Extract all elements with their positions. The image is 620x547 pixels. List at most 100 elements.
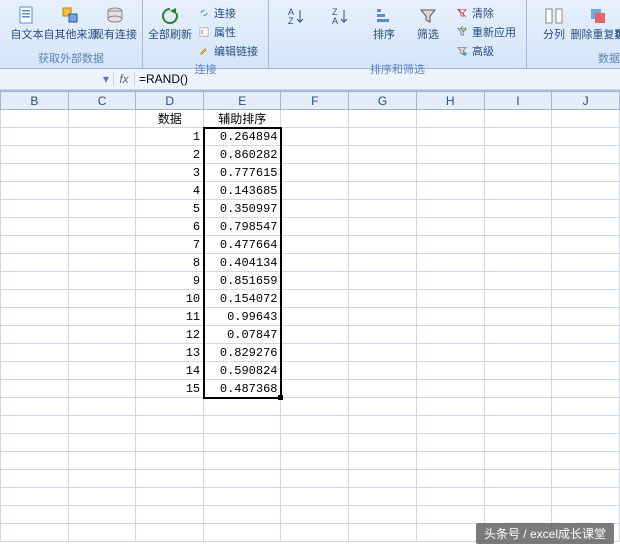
cell[interactable] [484, 254, 552, 272]
cell[interactable]: 8 [136, 254, 204, 272]
cell[interactable] [484, 434, 552, 452]
cell[interactable] [349, 254, 417, 272]
cell[interactable] [136, 416, 204, 434]
cell[interactable] [349, 146, 417, 164]
column-header-J[interactable]: J [552, 92, 620, 110]
cell[interactable] [136, 398, 204, 416]
cell[interactable] [349, 524, 417, 542]
from-other-sources-button[interactable]: 自其他来源 [50, 2, 92, 49]
cell[interactable] [68, 146, 136, 164]
cell[interactable] [68, 398, 136, 416]
cell[interactable]: 0.829276 [204, 344, 281, 362]
cell[interactable]: 7 [136, 236, 204, 254]
cell[interactable]: 6 [136, 218, 204, 236]
cell[interactable]: 13 [136, 344, 204, 362]
cell[interactable] [1, 362, 69, 380]
refresh-all-button[interactable]: 全部刷新 [149, 2, 191, 60]
cell[interactable] [1, 290, 69, 308]
cell[interactable] [68, 524, 136, 542]
cell[interactable] [136, 470, 204, 488]
cell[interactable] [68, 416, 136, 434]
cell[interactable] [416, 398, 484, 416]
cell[interactable]: 10 [136, 290, 204, 308]
cell[interactable] [484, 128, 552, 146]
cell[interactable] [552, 398, 620, 416]
cell[interactable] [484, 326, 552, 344]
cell[interactable] [349, 434, 417, 452]
cell[interactable] [552, 182, 620, 200]
cell[interactable] [416, 506, 484, 524]
cell[interactable]: 数据 [136, 110, 204, 128]
cell[interactable] [552, 200, 620, 218]
cell[interactable] [349, 290, 417, 308]
cell[interactable] [204, 398, 281, 416]
cell[interactable]: 3 [136, 164, 204, 182]
cell[interactable] [349, 344, 417, 362]
cell[interactable] [281, 164, 349, 182]
cell[interactable]: 1 [136, 128, 204, 146]
cell[interactable] [552, 506, 620, 524]
cell[interactable] [1, 254, 69, 272]
sort-za-button[interactable]: ZA [319, 2, 361, 60]
sort-az-button[interactable]: AZ [275, 2, 317, 60]
cell[interactable] [136, 488, 204, 506]
cell[interactable] [281, 308, 349, 326]
cell[interactable] [1, 272, 69, 290]
cell[interactable]: 0.264894 [204, 128, 281, 146]
cell[interactable] [68, 182, 136, 200]
cell[interactable] [281, 200, 349, 218]
cell[interactable] [136, 506, 204, 524]
cell[interactable] [1, 110, 69, 128]
cell[interactable] [484, 182, 552, 200]
cell[interactable] [349, 128, 417, 146]
cell[interactable] [416, 380, 484, 398]
cell[interactable] [68, 272, 136, 290]
column-header-H[interactable]: H [416, 92, 484, 110]
cell[interactable] [1, 326, 69, 344]
cell[interactable] [349, 326, 417, 344]
cell[interactable] [204, 524, 281, 542]
cell[interactable]: 0.350997 [204, 200, 281, 218]
cell[interactable] [416, 290, 484, 308]
cell[interactable] [68, 164, 136, 182]
cell[interactable] [1, 488, 69, 506]
cell[interactable] [552, 218, 620, 236]
cell[interactable] [349, 488, 417, 506]
existing-connections-button[interactable]: 现有连接 [94, 2, 136, 49]
cell[interactable] [416, 128, 484, 146]
cell[interactable] [552, 434, 620, 452]
cell[interactable] [281, 110, 349, 128]
cell[interactable]: 0.487368 [204, 380, 281, 398]
cell[interactable] [416, 326, 484, 344]
cell[interactable] [552, 164, 620, 182]
cell[interactable] [68, 470, 136, 488]
cell[interactable] [1, 434, 69, 452]
connections-button[interactable]: 连接 [193, 4, 262, 22]
cell[interactable]: 4 [136, 182, 204, 200]
cell[interactable] [68, 488, 136, 506]
cell[interactable] [416, 164, 484, 182]
cell[interactable] [349, 272, 417, 290]
cell[interactable] [1, 380, 69, 398]
column-header-F[interactable]: F [281, 92, 349, 110]
cell[interactable] [416, 182, 484, 200]
cell[interactable] [1, 182, 69, 200]
reapply-button[interactable]: 重新应用 [451, 23, 520, 41]
cell[interactable] [416, 218, 484, 236]
cell[interactable] [349, 416, 417, 434]
cell[interactable] [484, 236, 552, 254]
cell[interactable] [416, 200, 484, 218]
cell[interactable] [416, 452, 484, 470]
cell[interactable] [68, 128, 136, 146]
column-header-D[interactable]: D [136, 92, 204, 110]
cell[interactable]: 0.851659 [204, 272, 281, 290]
cell[interactable]: 0.404134 [204, 254, 281, 272]
cell[interactable] [484, 380, 552, 398]
cell[interactable] [281, 218, 349, 236]
cell[interactable] [68, 434, 136, 452]
cell[interactable] [484, 290, 552, 308]
fx-icon[interactable]: fx [114, 72, 135, 86]
cell[interactable] [204, 416, 281, 434]
cell[interactable] [1, 218, 69, 236]
cell[interactable] [484, 146, 552, 164]
